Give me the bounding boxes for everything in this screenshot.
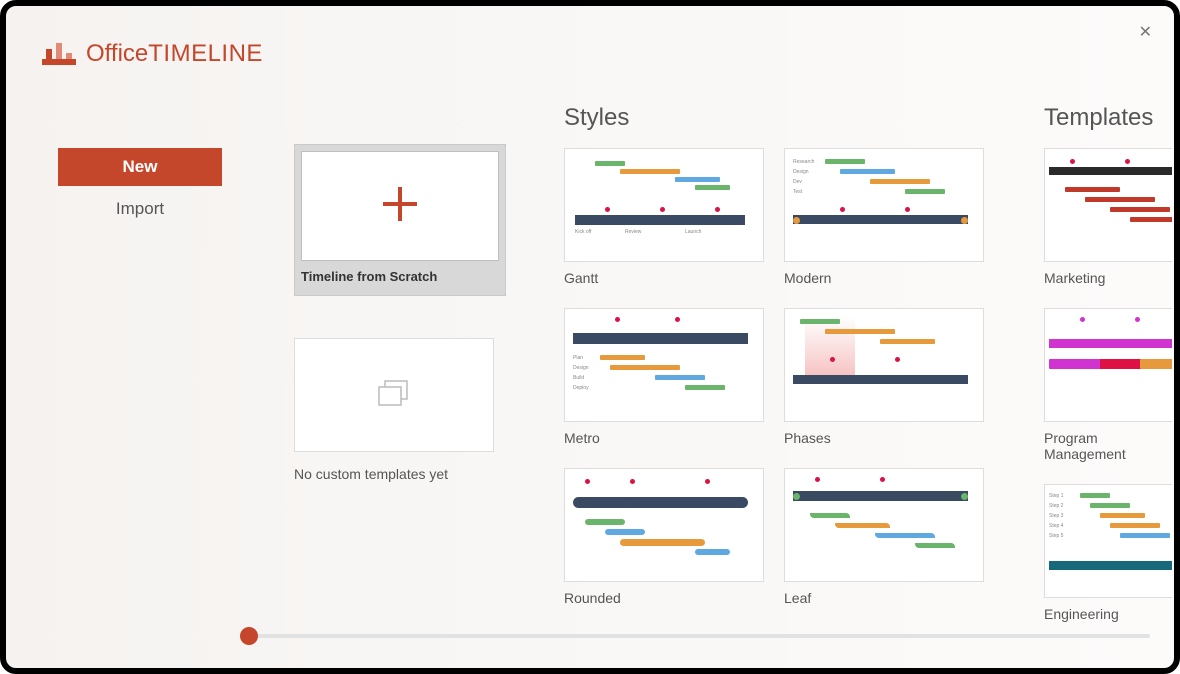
- style-rounded-thumb: [564, 468, 764, 582]
- nav-new[interactable]: New: [58, 148, 222, 186]
- scratch-area: Timeline from Scratch No custom template…: [294, 144, 506, 482]
- sidebar: New Import: [58, 148, 222, 232]
- template-program-caption: Program Management: [1044, 430, 1172, 462]
- style-gantt-thumb: Kick off Review Launch: [564, 148, 764, 262]
- templates-grid: Marketing Program Management Step 1 Step…: [1044, 148, 1172, 622]
- plus-icon: [379, 183, 421, 230]
- section-title-templates: Templates: [1044, 104, 1153, 132]
- scratch-preview: [301, 151, 499, 261]
- style-phases[interactable]: Phases: [784, 308, 984, 446]
- styles-grid: Kick off Review Launch Gantt Research De…: [564, 148, 984, 606]
- style-gantt[interactable]: Kick off Review Launch Gantt: [564, 148, 764, 286]
- logo-icon: [42, 41, 76, 67]
- style-modern-thumb: Research Design Dev Test: [784, 148, 984, 262]
- style-metro[interactable]: Plan Design Build Deploy Metro: [564, 308, 764, 446]
- template-marketing-caption: Marketing: [1044, 270, 1172, 286]
- logo-text-light: Office: [86, 40, 148, 67]
- style-modern[interactable]: Research Design Dev Test Modern: [784, 148, 984, 286]
- template-engineering[interactable]: Step 1 Step 2 Step 3 Step 4 Step 5 Engin…: [1044, 484, 1172, 622]
- custom-templates-card[interactable]: [294, 338, 494, 452]
- logo-text: OfficeTIMELINE: [86, 40, 263, 68]
- style-metro-caption: Metro: [564, 430, 764, 446]
- template-marketing[interactable]: Marketing: [1044, 148, 1172, 286]
- window-frame: ✕ OfficeTIMELINE New Import: [0, 0, 1180, 674]
- style-phases-thumb: [784, 308, 984, 422]
- horizontal-scrollbar[interactable]: [242, 634, 1150, 638]
- style-modern-caption: Modern: [784, 270, 984, 286]
- scrollbar-thumb[interactable]: [240, 627, 258, 645]
- style-rounded[interactable]: Rounded: [564, 468, 764, 606]
- style-gantt-caption: Gantt: [564, 270, 764, 286]
- template-engineering-thumb: Step 1 Step 2 Step 3 Step 4 Step 5: [1044, 484, 1172, 598]
- section-title-styles: Styles: [564, 104, 629, 132]
- scratch-label: Timeline from Scratch: [301, 261, 499, 284]
- template-marketing-thumb: [1044, 148, 1172, 262]
- nav-import[interactable]: Import: [58, 190, 222, 228]
- style-rounded-caption: Rounded: [564, 590, 764, 606]
- style-leaf[interactable]: Leaf: [784, 468, 984, 606]
- timeline-from-scratch-card[interactable]: Timeline from Scratch: [294, 144, 506, 296]
- close-icon[interactable]: ✕: [1139, 22, 1152, 42]
- logo: OfficeTIMELINE: [42, 40, 263, 68]
- style-leaf-caption: Leaf: [784, 590, 984, 606]
- logo-text-bold: TIMELINE: [148, 40, 263, 67]
- template-program[interactable]: Program Management: [1044, 308, 1172, 462]
- template-engineering-caption: Engineering: [1044, 606, 1172, 622]
- style-leaf-thumb: [784, 468, 984, 582]
- style-phases-caption: Phases: [784, 430, 984, 446]
- blank-doc-icon: [377, 379, 411, 412]
- custom-caption: No custom templates yet: [294, 466, 506, 482]
- style-metro-thumb: Plan Design Build Deploy: [564, 308, 764, 422]
- template-program-thumb: [1044, 308, 1172, 422]
